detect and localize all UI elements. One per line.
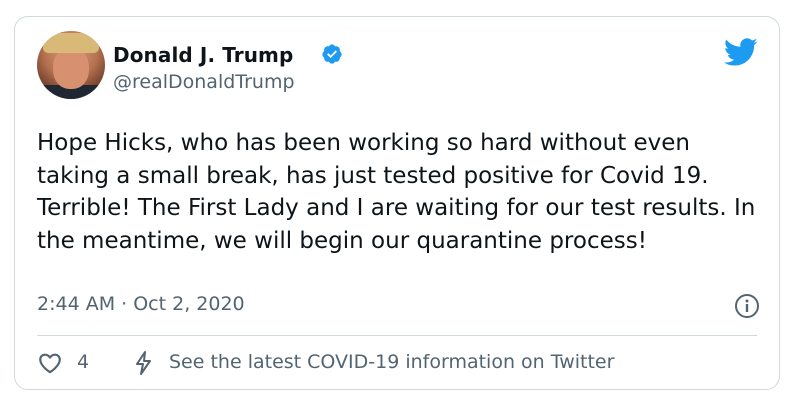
tweet-text: Hope Hicks, who has been working so hard… xyxy=(37,130,756,254)
like-count: 4 xyxy=(77,351,90,373)
twitter-bird-icon[interactable] xyxy=(724,35,758,69)
tweet-timestamp[interactable]: 2:44 AM · Oct 2, 2020 xyxy=(37,293,245,315)
avatar-face xyxy=(53,47,89,89)
author-display-name[interactable]: Donald J. Trump xyxy=(113,43,293,67)
lightning-bolt-icon[interactable] xyxy=(133,350,155,376)
info-icon[interactable] xyxy=(734,293,760,319)
author-handle[interactable]: @realDonaldTrump xyxy=(113,71,295,93)
avatar-hair xyxy=(43,33,99,53)
verified-badge-icon xyxy=(322,44,342,64)
covid-info-link[interactable]: See the latest COVID-19 information on T… xyxy=(169,351,614,373)
divider xyxy=(37,335,757,336)
heart-icon[interactable] xyxy=(37,350,63,376)
tweet-card: Donald J. Trump @realDonaldTrump Hope Hi… xyxy=(14,16,780,390)
avatar[interactable] xyxy=(37,31,105,99)
